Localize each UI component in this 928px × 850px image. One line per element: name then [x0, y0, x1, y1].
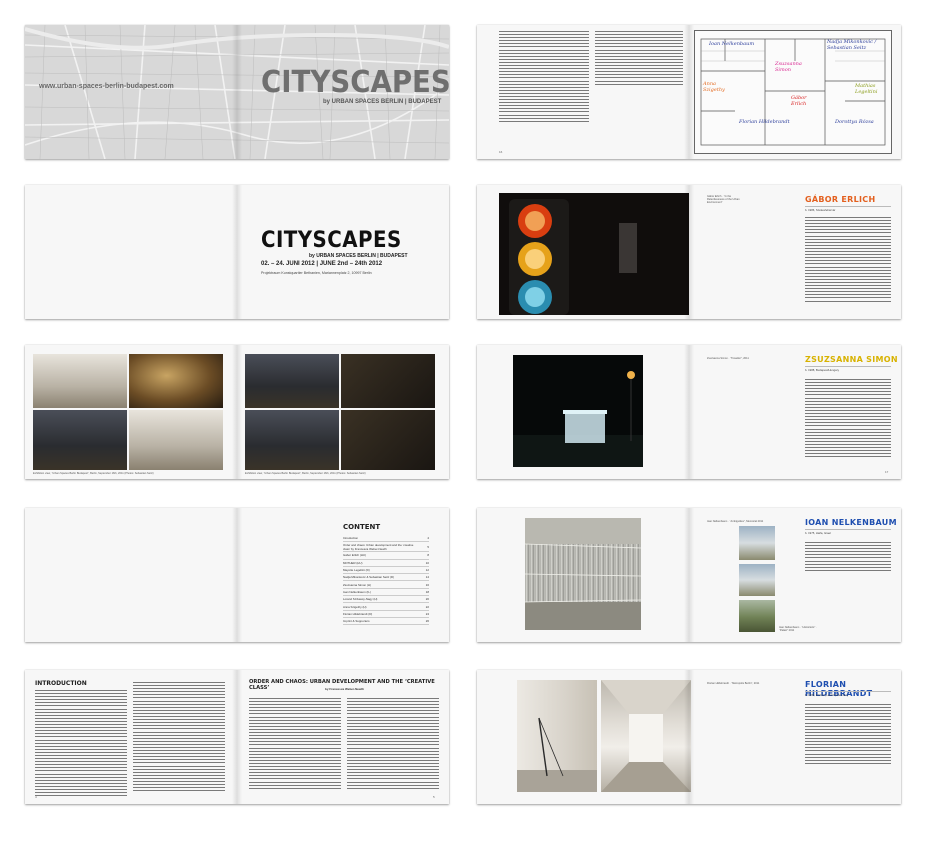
toc-row[interactable]: Gábor Erlich (HU) 8	[343, 552, 429, 560]
cover-subtitle: by URBAN SPACES BERLIN | BUDAPEST	[323, 99, 442, 105]
spread-title: CITYSCAPES by URBAN SPACES BERLIN | BUDA…	[25, 185, 449, 319]
plan-label: Florian Hildebrandt	[739, 119, 790, 125]
artwork-caption-2: Ioan Nelkenbaum · “Historiscis” · “Palas…	[779, 626, 817, 632]
photo-wall-pole	[517, 680, 597, 792]
cover-url: www.urban-spaces-berlin-budapest.com	[39, 83, 174, 90]
spread-artist-simon: Zsuzsanna Simon · “Traveller”, 2011 ZSUZ…	[477, 345, 901, 479]
corridor-image	[601, 680, 691, 792]
plan-label: Dorottya Rózsa	[835, 119, 874, 125]
photo-fence	[525, 518, 641, 630]
spread-floorplan: Ioan Nelkenbaum Nadja Mikonkovic / Sebas…	[477, 25, 901, 159]
toc-row[interactable]: Imprint & Supporters 26	[343, 618, 429, 626]
intro-text-col-1	[35, 690, 127, 798]
toc-row[interactable]: Anna Szigethy (H) 22	[343, 603, 429, 611]
photo-exhibition-4	[129, 410, 223, 470]
essay-text-col-2	[347, 698, 439, 791]
artist-bio	[805, 704, 891, 766]
toc-row[interactable]: Zsuzsanna Simon (H) 16	[343, 581, 429, 589]
bus-stop-image	[513, 355, 643, 467]
photo-exhibition-1	[33, 354, 127, 408]
plan-label: Anna Szigethy	[703, 81, 725, 93]
title-page-dates: 02. – 24. JUNI 2012 | JUNE 2nd – 24th 20…	[261, 261, 383, 267]
spread-artist-hildebrandt: Florian Hildebrandt · “Metropolis Berlin…	[477, 670, 901, 804]
toc-row[interactable]: Lorand Szilvassy-Nagy (H) 20	[343, 596, 429, 604]
title-page-venue: Projektraum Kunstquartier Bethanien, Mar…	[261, 271, 372, 275]
traffic-light-image	[499, 193, 689, 315]
spread-introduction: INTRODUCTION ORDER AND CHAOS: URBAN DEVE…	[25, 670, 449, 804]
photo-exhibition-3	[33, 410, 127, 470]
essay-byline: by Francesca Weber-Newth	[325, 687, 365, 691]
photo-building-1	[739, 526, 775, 560]
toc-row[interactable]: Introduction 4	[343, 535, 429, 543]
intro-text-col-2	[133, 682, 225, 793]
photo-exhibition-2	[129, 354, 223, 408]
plan-label: Mathias Legeltini	[855, 83, 878, 95]
essay-end-col-1	[499, 31, 589, 124]
artist-meta: b. 1984, Fritzlar (Lausitz)/Germany	[805, 693, 849, 697]
divider	[805, 691, 891, 692]
gallery-caption-left: Exhibition view, “Urban Spaces Berlin Bu…	[33, 472, 154, 475]
plan-label: Nadja Mikonkovic / Sebastian Seitz	[827, 39, 877, 51]
divider	[805, 366, 891, 367]
table-of-contents: Introduction 4 Order and chaos: Urban dev…	[343, 535, 429, 626]
essay-references	[595, 31, 683, 87]
artist-meta: b. 1986, Székesfehérvár	[805, 208, 836, 212]
essay-text-col-1	[249, 698, 341, 791]
toc-row[interactable]: Florian Hildebrandt (D) 24	[343, 611, 429, 618]
page-number: 17	[885, 470, 889, 474]
spread-cover: www.urban-spaces-berlin-budapest.com CIT…	[25, 25, 449, 159]
artist-meta: b. 1975, Haifa, Israel	[805, 531, 831, 535]
toc-row[interactable]: Order and chaos: Urban development and t…	[343, 542, 429, 553]
photo-building-3	[739, 600, 775, 632]
plan-label: Ioan Nelkenbaum	[709, 41, 755, 47]
spread-artist-erlich: Gábor Erlich · “In the Relentlessness of…	[477, 185, 901, 319]
page-number-left: 4	[35, 795, 37, 799]
toc-row[interactable]: Ioan Nelkenbaum (IL) 18	[343, 589, 429, 597]
pole-image	[517, 717, 597, 792]
photo-exhibition-5	[245, 354, 339, 408]
divider	[805, 206, 891, 207]
artist-name: ZSUZSANNA SIMON	[805, 355, 898, 364]
photo-exhibition-6	[341, 354, 435, 408]
divider	[805, 529, 891, 530]
spread-contents: CONTENT Introduction 4 Order and chaos: U…	[25, 508, 449, 642]
gallery-caption-right: Exhibition view, “Urban Spaces Berlin Bu…	[245, 472, 366, 475]
photo-exhibition-8	[341, 410, 435, 470]
artist-name: IOAN NELKENBAUM	[805, 518, 897, 527]
toc-row[interactable]: MOTHER (HU) 10	[343, 560, 429, 567]
page-number: 16	[499, 150, 503, 154]
page-number-right: 5	[433, 795, 435, 799]
toc-row[interactable]: Mayotte Legeltini (D) 12	[343, 567, 429, 575]
intro-heading: INTRODUCTION	[35, 680, 87, 687]
artwork-caption: Florian Hildebrandt · “Metropolis Berlin…	[707, 682, 760, 685]
spread-artist-nelkenbaum: Ioan Nelkenbaum · “Ambiguities”, Memoria…	[477, 508, 901, 642]
artist-bio	[805, 542, 891, 573]
cover-title: CITYSCAPES	[261, 65, 449, 100]
artist-meta: b. 1988, Budapest/Hungary	[805, 368, 840, 372]
photo-building-2	[739, 564, 775, 596]
contents-title: CONTENT	[343, 523, 381, 531]
plan-label: Zsuzsanna Simon	[775, 61, 802, 73]
photo-exhibition-7	[245, 410, 339, 470]
plan-label: Gábor Erlich	[791, 95, 807, 107]
title-page-title: CITYSCAPES	[261, 228, 402, 253]
artist-name: GÁBOR ERLICH	[805, 195, 876, 204]
spread-gallery: Exhibition view, “Urban Spaces Berlin Bu…	[25, 345, 449, 479]
fence-image	[525, 518, 641, 630]
title-page-subtitle: by URBAN SPACES BERLIN | BUDAPEST	[309, 253, 408, 259]
artwork-caption: Gábor Erlich · “In the Relentlessness of…	[707, 195, 740, 204]
artwork-caption: Zsuzsanna Simon · “Traveller”, 2011	[707, 357, 749, 360]
photo-traffic-light	[499, 193, 689, 315]
artist-bio	[805, 217, 891, 304]
exhibition-floor-plan: Ioan Nelkenbaum Nadja Mikonkovic / Sebas…	[694, 30, 892, 154]
artist-bio	[805, 379, 891, 459]
photo-corridor	[601, 680, 691, 792]
toc-row[interactable]: Nadja Mikonkovic & Sebastian Seitz (D) 14	[343, 574, 429, 582]
artwork-caption: Ioan Nelkenbaum · “Ambiguities”, Memoria…	[707, 520, 764, 523]
photo-bus-stop-night	[513, 355, 643, 467]
